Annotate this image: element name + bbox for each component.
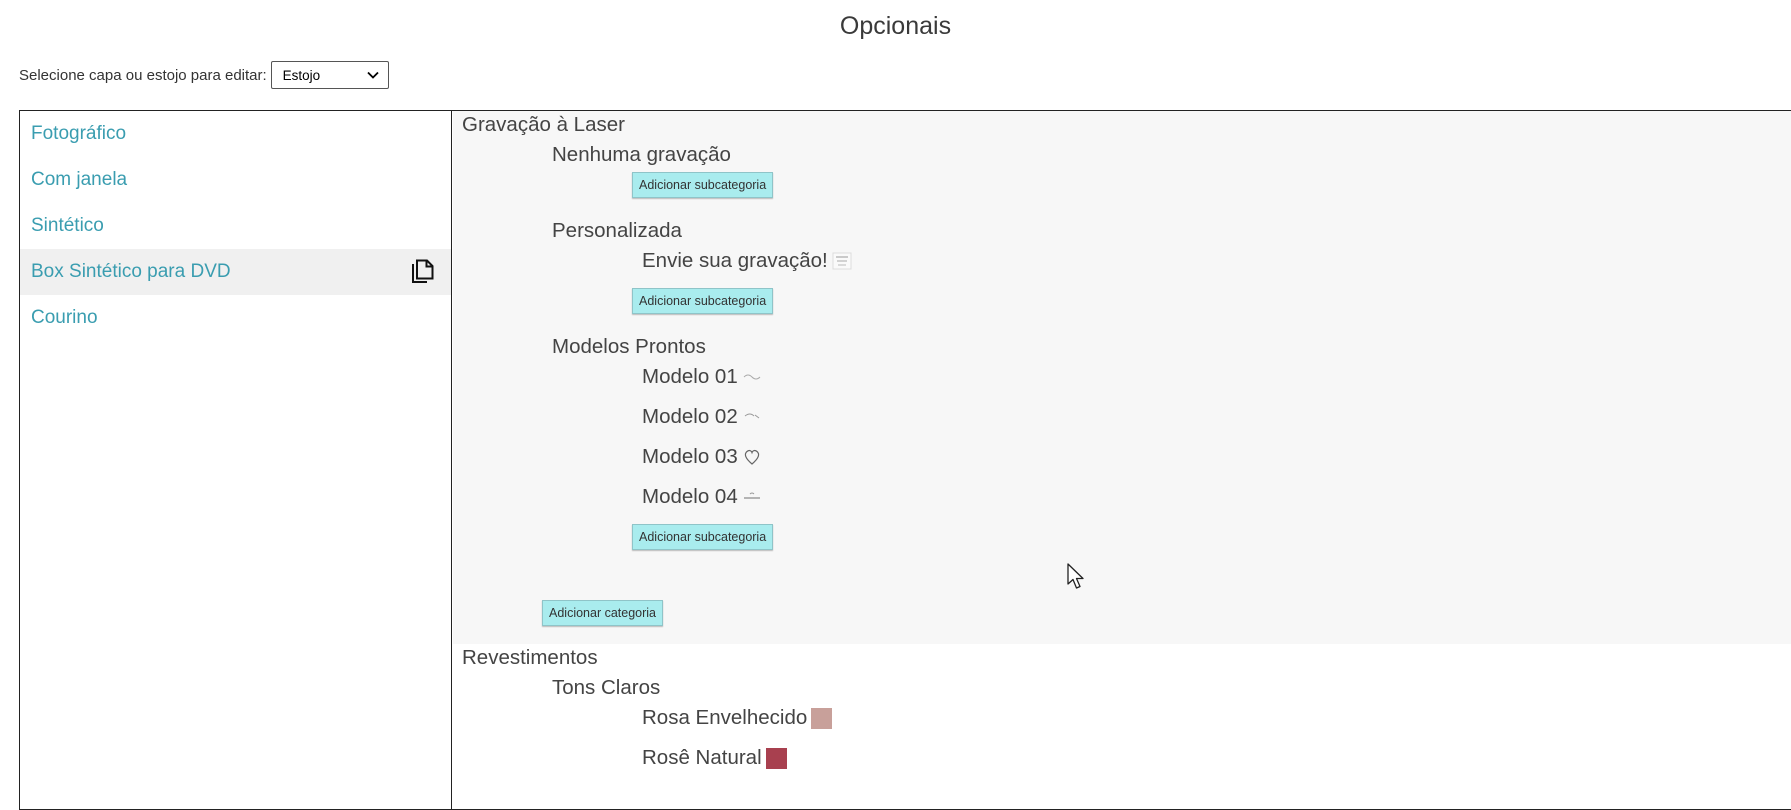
sidebar-item-fotografico[interactable]: Fotográfico [20, 111, 451, 157]
category-title: Revestimentos [462, 646, 598, 669]
list-item[interactable]: Rosa Envelhecido [642, 706, 833, 730]
sidebar-item-label: Courino [31, 307, 98, 328]
subcategory-title: Tons Claros [552, 676, 661, 699]
subcategory-title: Nenhuma gravação [552, 143, 731, 166]
select-value: Estojo [282, 67, 321, 83]
item-label: Rosê Natural [642, 746, 762, 769]
item-label: Modelo 03 [642, 445, 738, 468]
model-thumbnail-icon [743, 492, 760, 499]
sidebar-item-box-sintetico-dvd[interactable]: Box Sintético para DVD [20, 249, 451, 295]
item-label: Modelo 01 [642, 365, 738, 388]
sidebar-item-label: Sintético [31, 215, 104, 236]
item-label: Rosa Envelhecido [642, 706, 808, 729]
color-swatch [811, 707, 833, 729]
selector-label: Selecione capa ou estojo para editar: [19, 66, 267, 84]
copy-icon[interactable] [410, 259, 436, 285]
list-item[interactable]: Modelo 01 [642, 365, 762, 389]
sidebar-item-sintetico[interactable]: Sintético [20, 203, 451, 249]
list-item[interactable]: Modelo 04 [642, 485, 762, 509]
editor-selector: Selecione capa ou estojo para editar: Es… [19, 60, 389, 90]
item-label: Modelo 02 [642, 405, 738, 428]
subcategory-title: Personalizada [552, 219, 682, 242]
sidebar: Fotográfico Com janela Sintético Box Sin… [20, 111, 452, 809]
options-panel: Fotográfico Com janela Sintético Box Sin… [19, 110, 1791, 810]
list-item[interactable]: Modelo 03 [642, 445, 762, 469]
sidebar-item-com-janela[interactable]: Com janela [20, 157, 451, 203]
engraving-thumbnail-icon [832, 252, 852, 270]
item-label: Modelo 04 [642, 485, 738, 508]
sidebar-item-courino[interactable]: Courino [20, 295, 451, 341]
category-title: Gravação à Laser [462, 113, 625, 136]
add-category-button[interactable]: Adicionar categoria [542, 600, 664, 626]
page-title: Opcionais [839, 12, 952, 40]
color-swatch [765, 747, 787, 769]
subcategory-title: Modelos Prontos [552, 335, 706, 358]
model-thumbnail-icon [743, 374, 761, 380]
list-item[interactable]: Envie sua gravação! [642, 249, 852, 273]
item-label: Envie sua gravação! [642, 249, 828, 272]
sidebar-item-label: Box Sintético para DVD [31, 261, 231, 282]
mouse-cursor-icon [1067, 563, 1084, 589]
add-subcategory-button[interactable]: Adicionar subcategoria [632, 524, 774, 550]
heart-thumbnail-icon [744, 449, 759, 465]
sidebar-item-label: Fotográfico [31, 123, 127, 144]
list-item[interactable]: Modelo 02 [642, 405, 762, 429]
sidebar-item-label: Com janela [31, 169, 128, 190]
cover-case-select[interactable]: Estojo [270, 61, 389, 89]
chevron-down-icon [367, 71, 379, 79]
model-thumbnail-icon [744, 413, 760, 419]
list-item[interactable]: Rosê Natural [642, 746, 787, 770]
category-laser: Gravação à Laser Nenhuma gravação Adicio… [453, 111, 1791, 644]
categories-area: Gravação à Laser Nenhuma gravação Adicio… [453, 111, 1791, 809]
add-subcategory-button[interactable]: Adicionar subcategoria [632, 288, 774, 314]
add-subcategory-button[interactable]: Adicionar subcategoria [632, 172, 774, 198]
